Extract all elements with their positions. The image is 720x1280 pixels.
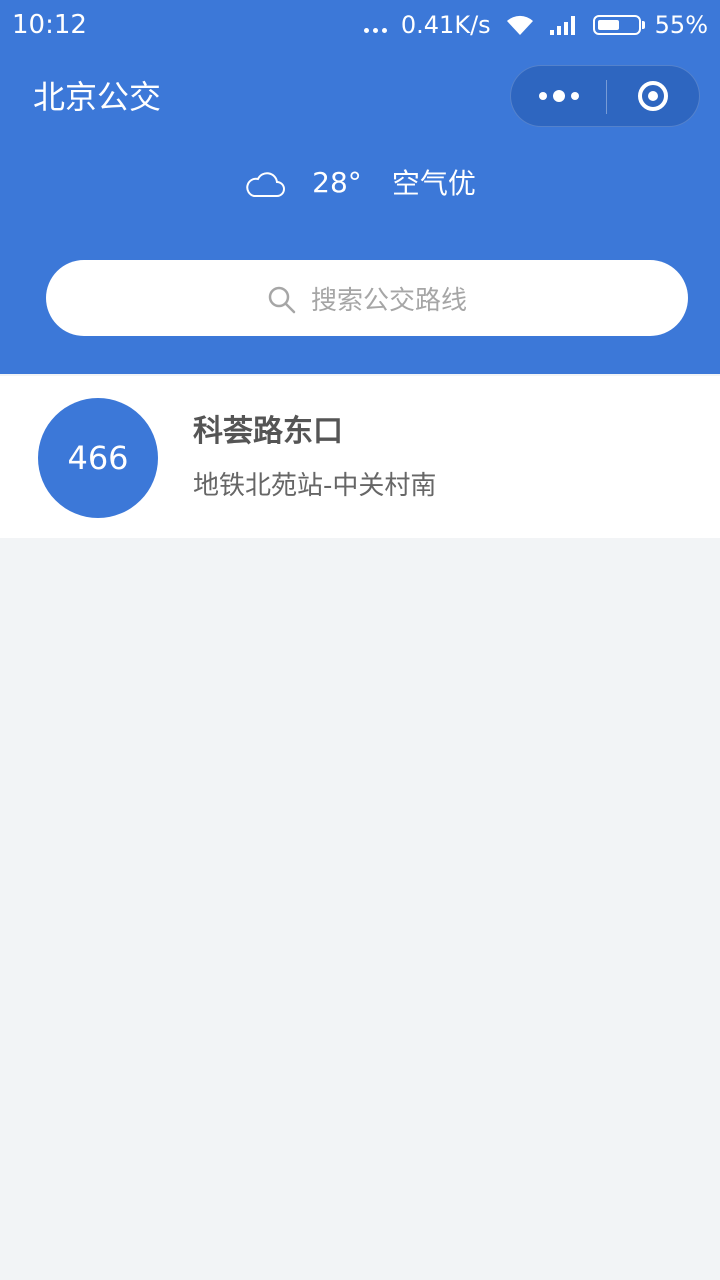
battery-percent: 55% — [654, 11, 708, 39]
mini-program-capsule — [510, 65, 700, 127]
close-circle-icon — [638, 81, 668, 111]
route-stop-name: 科荟路东口 — [193, 414, 343, 449]
signal-icon — [549, 16, 575, 35]
cloud-icon — [246, 172, 286, 197]
air-quality: 空气优 — [391, 167, 476, 200]
search-input[interactable]: 搜索公交路线 — [46, 260, 688, 336]
route-list-item[interactable]: 466 科荟路东口 地铁北苑站-中关村南 — [0, 376, 720, 538]
temperature: 28° — [312, 165, 362, 199]
status-bar: 10:12 0.41K/s 55% — [0, 0, 720, 50]
more-options-button[interactable] — [511, 66, 606, 126]
status-indicators: 0.41K/s 55% — [363, 9, 708, 41]
route-direction: 地铁北苑站-中关村南 — [193, 471, 437, 501]
wifi-icon — [506, 15, 533, 35]
more-notifications-icon — [363, 27, 387, 33]
search-icon — [268, 286, 296, 314]
search-placeholder: 搜索公交路线 — [310, 285, 467, 316]
close-button[interactable] — [607, 66, 699, 126]
status-time: 10:12 — [12, 10, 87, 40]
battery-icon — [592, 15, 645, 35]
header: 10:12 0.41K/s 55% 北京公交 28° 空气优 搜索公交路线 — [0, 0, 720, 374]
page-title: 北京公交 — [33, 78, 162, 116]
weather-bar: 28° 空气优 — [0, 160, 720, 204]
battery-level-fill — [597, 20, 619, 30]
network-speed: 0.41K/s — [400, 11, 491, 39]
route-number-badge: 466 — [38, 398, 158, 518]
